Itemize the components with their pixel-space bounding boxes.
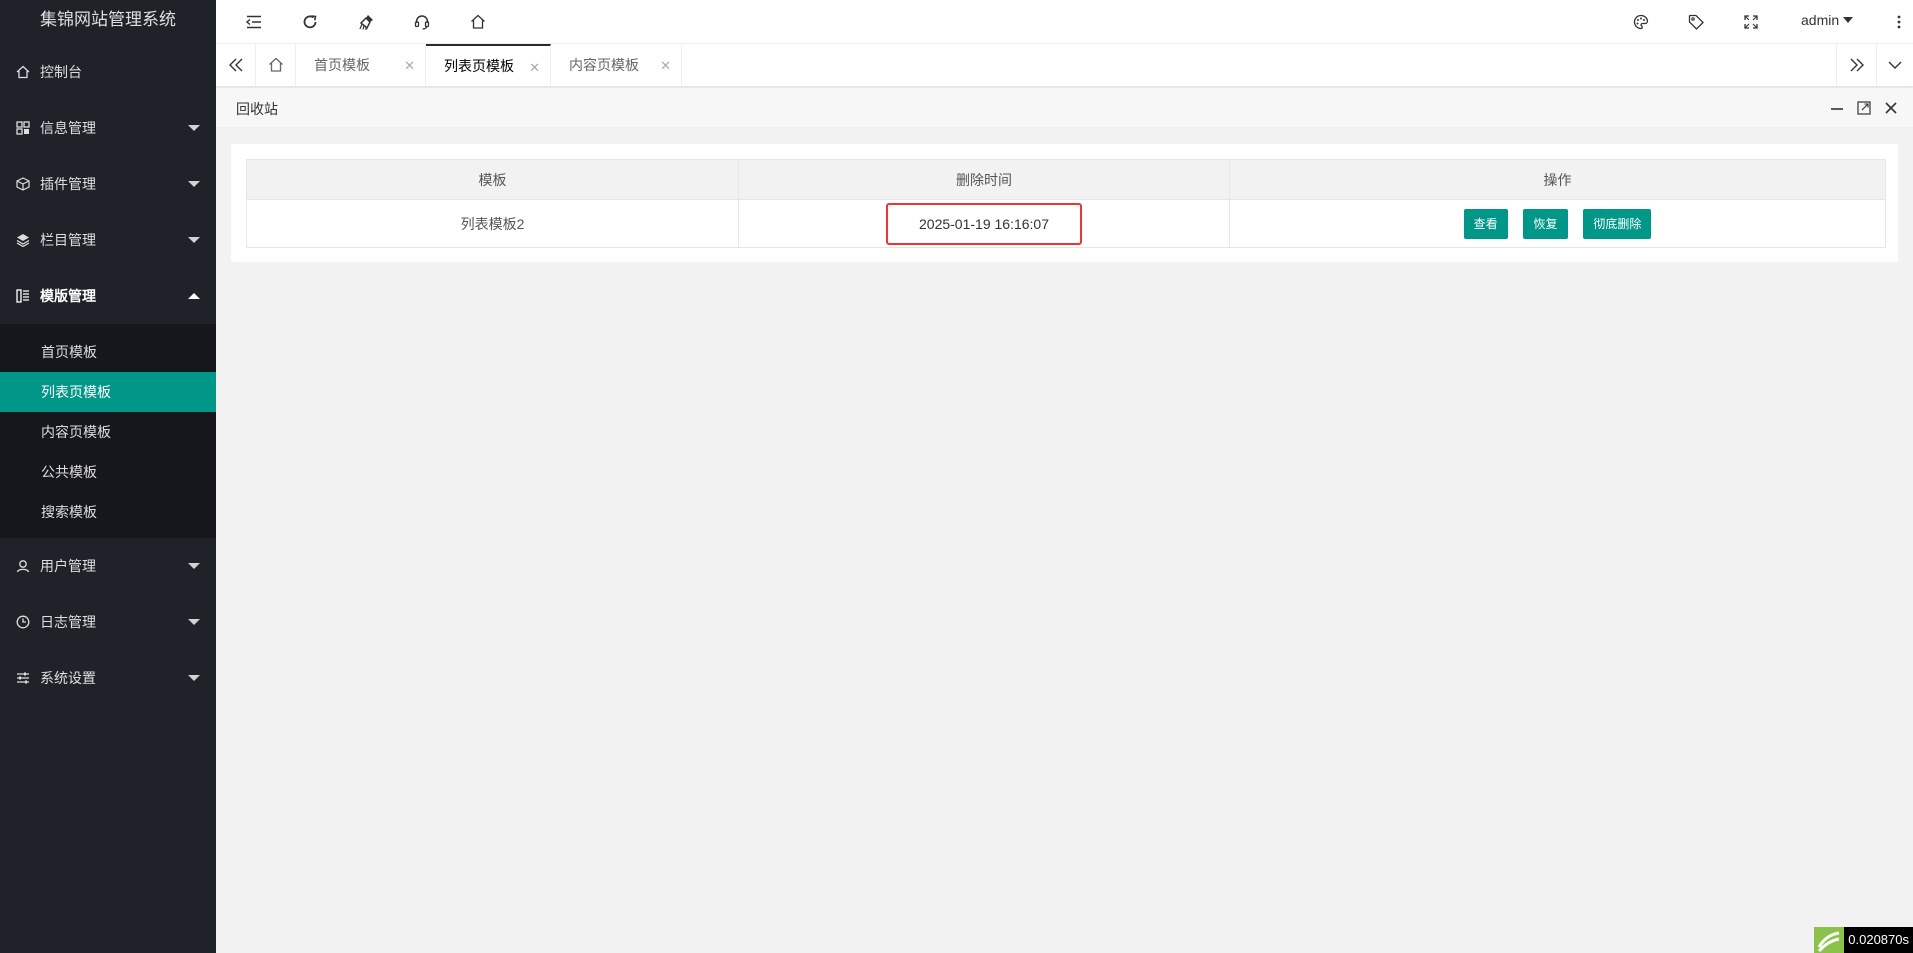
recycle-bin-card: 模板 删除时间 操作 列表模板2 2025-01-19 16:16:07 查看 … bbox=[231, 144, 1898, 262]
sidebar-item-label: 栏目管理 bbox=[40, 232, 96, 248]
username: admin bbox=[1801, 12, 1840, 28]
sidebar: 集锦网站管理系统 控制台 信息管理 插件管理 栏目管理 模版管理 首页模板 列表… bbox=[0, 0, 216, 953]
tab-bar: 首页模板 ✕ 列表页模板 ✕ 内容页模板 ✕ bbox=[216, 44, 1913, 87]
table-header-row: 模板 删除时间 操作 bbox=[246, 159, 1886, 200]
close-icon[interactable]: ✕ bbox=[404, 58, 415, 74]
tab-label: 列表页模板 bbox=[444, 58, 514, 74]
chevron-up-icon bbox=[188, 293, 200, 299]
caret-down-icon bbox=[1843, 17, 1854, 23]
permanent-delete-button[interactable]: 彻底删除 bbox=[1583, 208, 1652, 239]
column-header-deleted-time: 删除时间 bbox=[738, 159, 1230, 200]
sidebar-subitem-common-template[interactable]: 公共模板 bbox=[0, 452, 216, 492]
tab-list-template[interactable]: 列表页模板 ✕ bbox=[426, 44, 551, 86]
debug-timer[interactable]: 0.020870s bbox=[1814, 927, 1913, 953]
tabs-scroll-right-icon[interactable] bbox=[1836, 44, 1876, 86]
sidebar-item-label: 控制台 bbox=[40, 64, 82, 80]
sidebar-item-label: 模版管理 bbox=[40, 288, 96, 304]
tabs-menu-chevron-down-icon[interactable] bbox=[1876, 44, 1913, 86]
column-header-template: 模板 bbox=[246, 159, 739, 200]
chevron-down-icon bbox=[188, 237, 200, 243]
cell-template-name: 列表模板2 bbox=[246, 199, 739, 248]
cube-icon bbox=[16, 177, 30, 191]
sidebar-item-label: 信息管理 bbox=[40, 120, 96, 136]
tag-icon[interactable] bbox=[1684, 10, 1708, 34]
chevron-down-icon bbox=[188, 181, 200, 187]
cell-actions: 查看 恢复 彻底删除 bbox=[1229, 199, 1886, 248]
tabs-scroll-left-icon[interactable] bbox=[216, 44, 256, 86]
column-header-actions: 操作 bbox=[1229, 159, 1886, 200]
panel-header: 回收站 bbox=[216, 88, 1913, 128]
sidebar-subitem-home-template[interactable]: 首页模板 bbox=[0, 332, 216, 372]
sidebar-subitem-search-template[interactable]: 搜索模板 bbox=[0, 492, 216, 532]
page-title: 回收站 bbox=[236, 101, 278, 117]
sidebar-item-settings[interactable]: 系统设置 bbox=[0, 650, 216, 706]
sidebar-item-label: 用户管理 bbox=[40, 558, 96, 574]
theme-palette-icon[interactable] bbox=[1629, 10, 1653, 34]
minimize-icon[interactable] bbox=[1827, 98, 1847, 118]
view-button[interactable]: 查看 bbox=[1463, 208, 1508, 239]
refresh-icon[interactable] bbox=[298, 10, 322, 34]
template-icon bbox=[16, 289, 30, 303]
debug-timer-value: 0.020870s bbox=[1844, 927, 1913, 953]
sidebar-item-dashboard[interactable]: 控制台 bbox=[0, 44, 216, 100]
tab-label: 首页模板 bbox=[314, 57, 370, 73]
table-row: 列表模板2 2025-01-19 16:16:07 查看 恢复 彻底删除 bbox=[246, 199, 1886, 248]
close-icon[interactable] bbox=[1881, 98, 1901, 118]
close-icon[interactable]: ✕ bbox=[529, 60, 540, 76]
sidebar-subitem-content-template[interactable]: 内容页模板 bbox=[0, 412, 216, 452]
tab-label: 内容页模板 bbox=[569, 57, 639, 73]
sidebar-subitem-list-template[interactable]: 列表页模板 bbox=[0, 372, 216, 412]
submenu-templates: 首页模板 列表页模板 内容页模板 公共模板 搜索模板 bbox=[0, 324, 216, 538]
layers-icon bbox=[16, 233, 30, 247]
maximize-icon[interactable] bbox=[1854, 98, 1874, 118]
top-header: admin bbox=[216, 0, 1913, 44]
sliders-icon bbox=[16, 671, 30, 685]
chevron-down-icon bbox=[188, 563, 200, 569]
clock-icon bbox=[16, 615, 30, 629]
chevron-down-icon bbox=[188, 619, 200, 625]
menu-collapse-icon[interactable] bbox=[242, 10, 266, 34]
sidebar-item-label: 系统设置 bbox=[40, 670, 96, 686]
user-menu[interactable]: admin bbox=[1801, 12, 1854, 28]
chevron-down-icon bbox=[188, 675, 200, 681]
close-icon[interactable]: ✕ bbox=[660, 58, 671, 74]
highlighted-deleted-time: 2025-01-19 16:16:07 bbox=[886, 202, 1082, 245]
home-icon bbox=[16, 65, 30, 79]
home-icon[interactable] bbox=[466, 10, 490, 34]
sidebar-item-logs[interactable]: 日志管理 bbox=[0, 594, 216, 650]
fullscreen-icon[interactable] bbox=[1739, 10, 1763, 34]
tab-home-icon[interactable] bbox=[256, 44, 296, 86]
sidebar-item-info[interactable]: 信息管理 bbox=[0, 100, 216, 156]
sidebar-item-users[interactable]: 用户管理 bbox=[0, 538, 216, 594]
cell-deleted-time: 2025-01-19 16:16:07 bbox=[738, 199, 1230, 248]
sidebar-item-columns[interactable]: 栏目管理 bbox=[0, 212, 216, 268]
clear-cache-brush-icon[interactable] bbox=[354, 10, 378, 34]
user-icon bbox=[16, 559, 30, 573]
chevron-down-icon bbox=[188, 125, 200, 131]
tab-content-template[interactable]: 内容页模板 ✕ bbox=[551, 44, 682, 86]
restore-button[interactable]: 恢复 bbox=[1523, 208, 1568, 239]
sidebar-item-label: 日志管理 bbox=[40, 614, 96, 630]
app-title: 集锦网站管理系统 bbox=[40, 10, 176, 29]
grid-icon bbox=[16, 121, 30, 135]
recycle-bin-table: 模板 删除时间 操作 列表模板2 2025-01-19 16:16:07 查看 … bbox=[246, 159, 1886, 248]
more-vertical-icon[interactable] bbox=[1887, 10, 1911, 34]
headset-icon[interactable] bbox=[410, 10, 434, 34]
debug-logo-icon bbox=[1814, 927, 1845, 953]
sidebar-item-label: 插件管理 bbox=[40, 176, 96, 192]
sidebar-item-templates[interactable]: 模版管理 bbox=[0, 268, 216, 324]
sidebar-item-plugins[interactable]: 插件管理 bbox=[0, 156, 216, 212]
tab-home-template[interactable]: 首页模板 ✕ bbox=[296, 44, 426, 86]
